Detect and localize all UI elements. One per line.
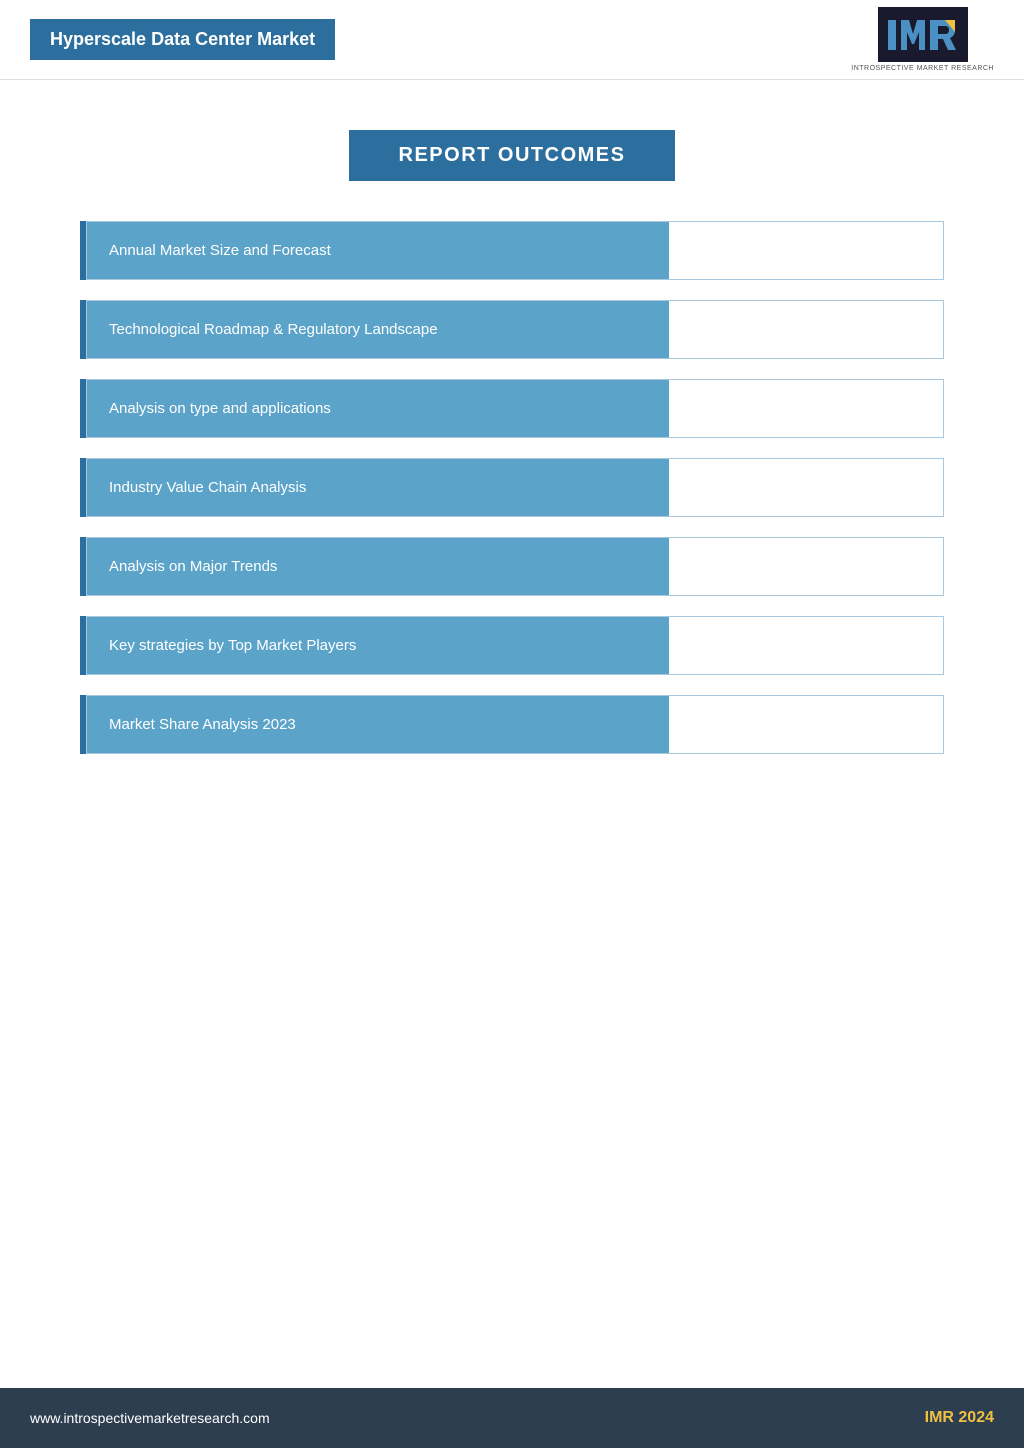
outcome-empty: [669, 617, 943, 674]
outcome-inner: Analysis on Major Trends: [86, 537, 944, 596]
main-content: REPORT OUTCOMES Annual Market Size and F…: [0, 80, 1024, 804]
page-header: Hyperscale Data Center Market INTROSPECT…: [0, 0, 1024, 80]
outcome-inner: Technological Roadmap & Regulatory Lands…: [86, 300, 944, 359]
imr-logo-icon: [883, 12, 963, 57]
logo-tagline: INTROSPECTIVE MARKET RESEARCH: [851, 65, 994, 72]
outcome-item-3: Analysis on type and applications: [80, 379, 944, 438]
outcome-label: Annual Market Size and Forecast: [87, 222, 669, 279]
outcome-empty: [669, 459, 943, 516]
page-title: Hyperscale Data Center Market: [50, 29, 315, 49]
outcome-label: Key strategies by Top Market Players: [87, 617, 669, 674]
section-title: REPORT OUTCOMES: [349, 130, 676, 181]
outcome-label: Analysis on Major Trends: [87, 538, 669, 595]
header-title-box: Hyperscale Data Center Market: [30, 19, 335, 60]
outcome-item-4: Industry Value Chain Analysis: [80, 458, 944, 517]
outcome-label: Technological Roadmap & Regulatory Lands…: [87, 301, 669, 358]
outcome-inner: Annual Market Size and Forecast: [86, 221, 944, 280]
outcome-label: Market Share Analysis 2023: [87, 696, 669, 753]
outcome-empty: [669, 222, 943, 279]
logo-container: INTROSPECTIVE MARKET RESEARCH: [851, 7, 994, 72]
page-footer: www.introspectivemarketresearch.com IMR …: [0, 1388, 1024, 1448]
outcome-empty: [669, 696, 943, 753]
outcomes-list: Annual Market Size and Forecast Technolo…: [80, 221, 944, 754]
outcome-empty: [669, 380, 943, 437]
outcome-item-7: Market Share Analysis 2023: [80, 695, 944, 754]
footer-website: www.introspectivemarketresearch.com: [30, 1410, 270, 1426]
outcome-item-6: Key strategies by Top Market Players: [80, 616, 944, 675]
outcome-item-2: Technological Roadmap & Regulatory Lands…: [80, 300, 944, 359]
outcome-label: Industry Value Chain Analysis: [87, 459, 669, 516]
outcome-label: Analysis on type and applications: [87, 380, 669, 437]
outcome-inner: Industry Value Chain Analysis: [86, 458, 944, 517]
outcome-item-1: Annual Market Size and Forecast: [80, 221, 944, 280]
outcome-empty: [669, 301, 943, 358]
logo-box: [878, 7, 968, 62]
outcome-inner: Analysis on type and applications: [86, 379, 944, 438]
footer-brand: IMR 2024: [925, 1409, 994, 1427]
outcome-item-5: Analysis on Major Trends: [80, 537, 944, 596]
outcome-inner: Key strategies by Top Market Players: [86, 616, 944, 675]
outcome-inner: Market Share Analysis 2023: [86, 695, 944, 754]
outcome-empty: [669, 538, 943, 595]
